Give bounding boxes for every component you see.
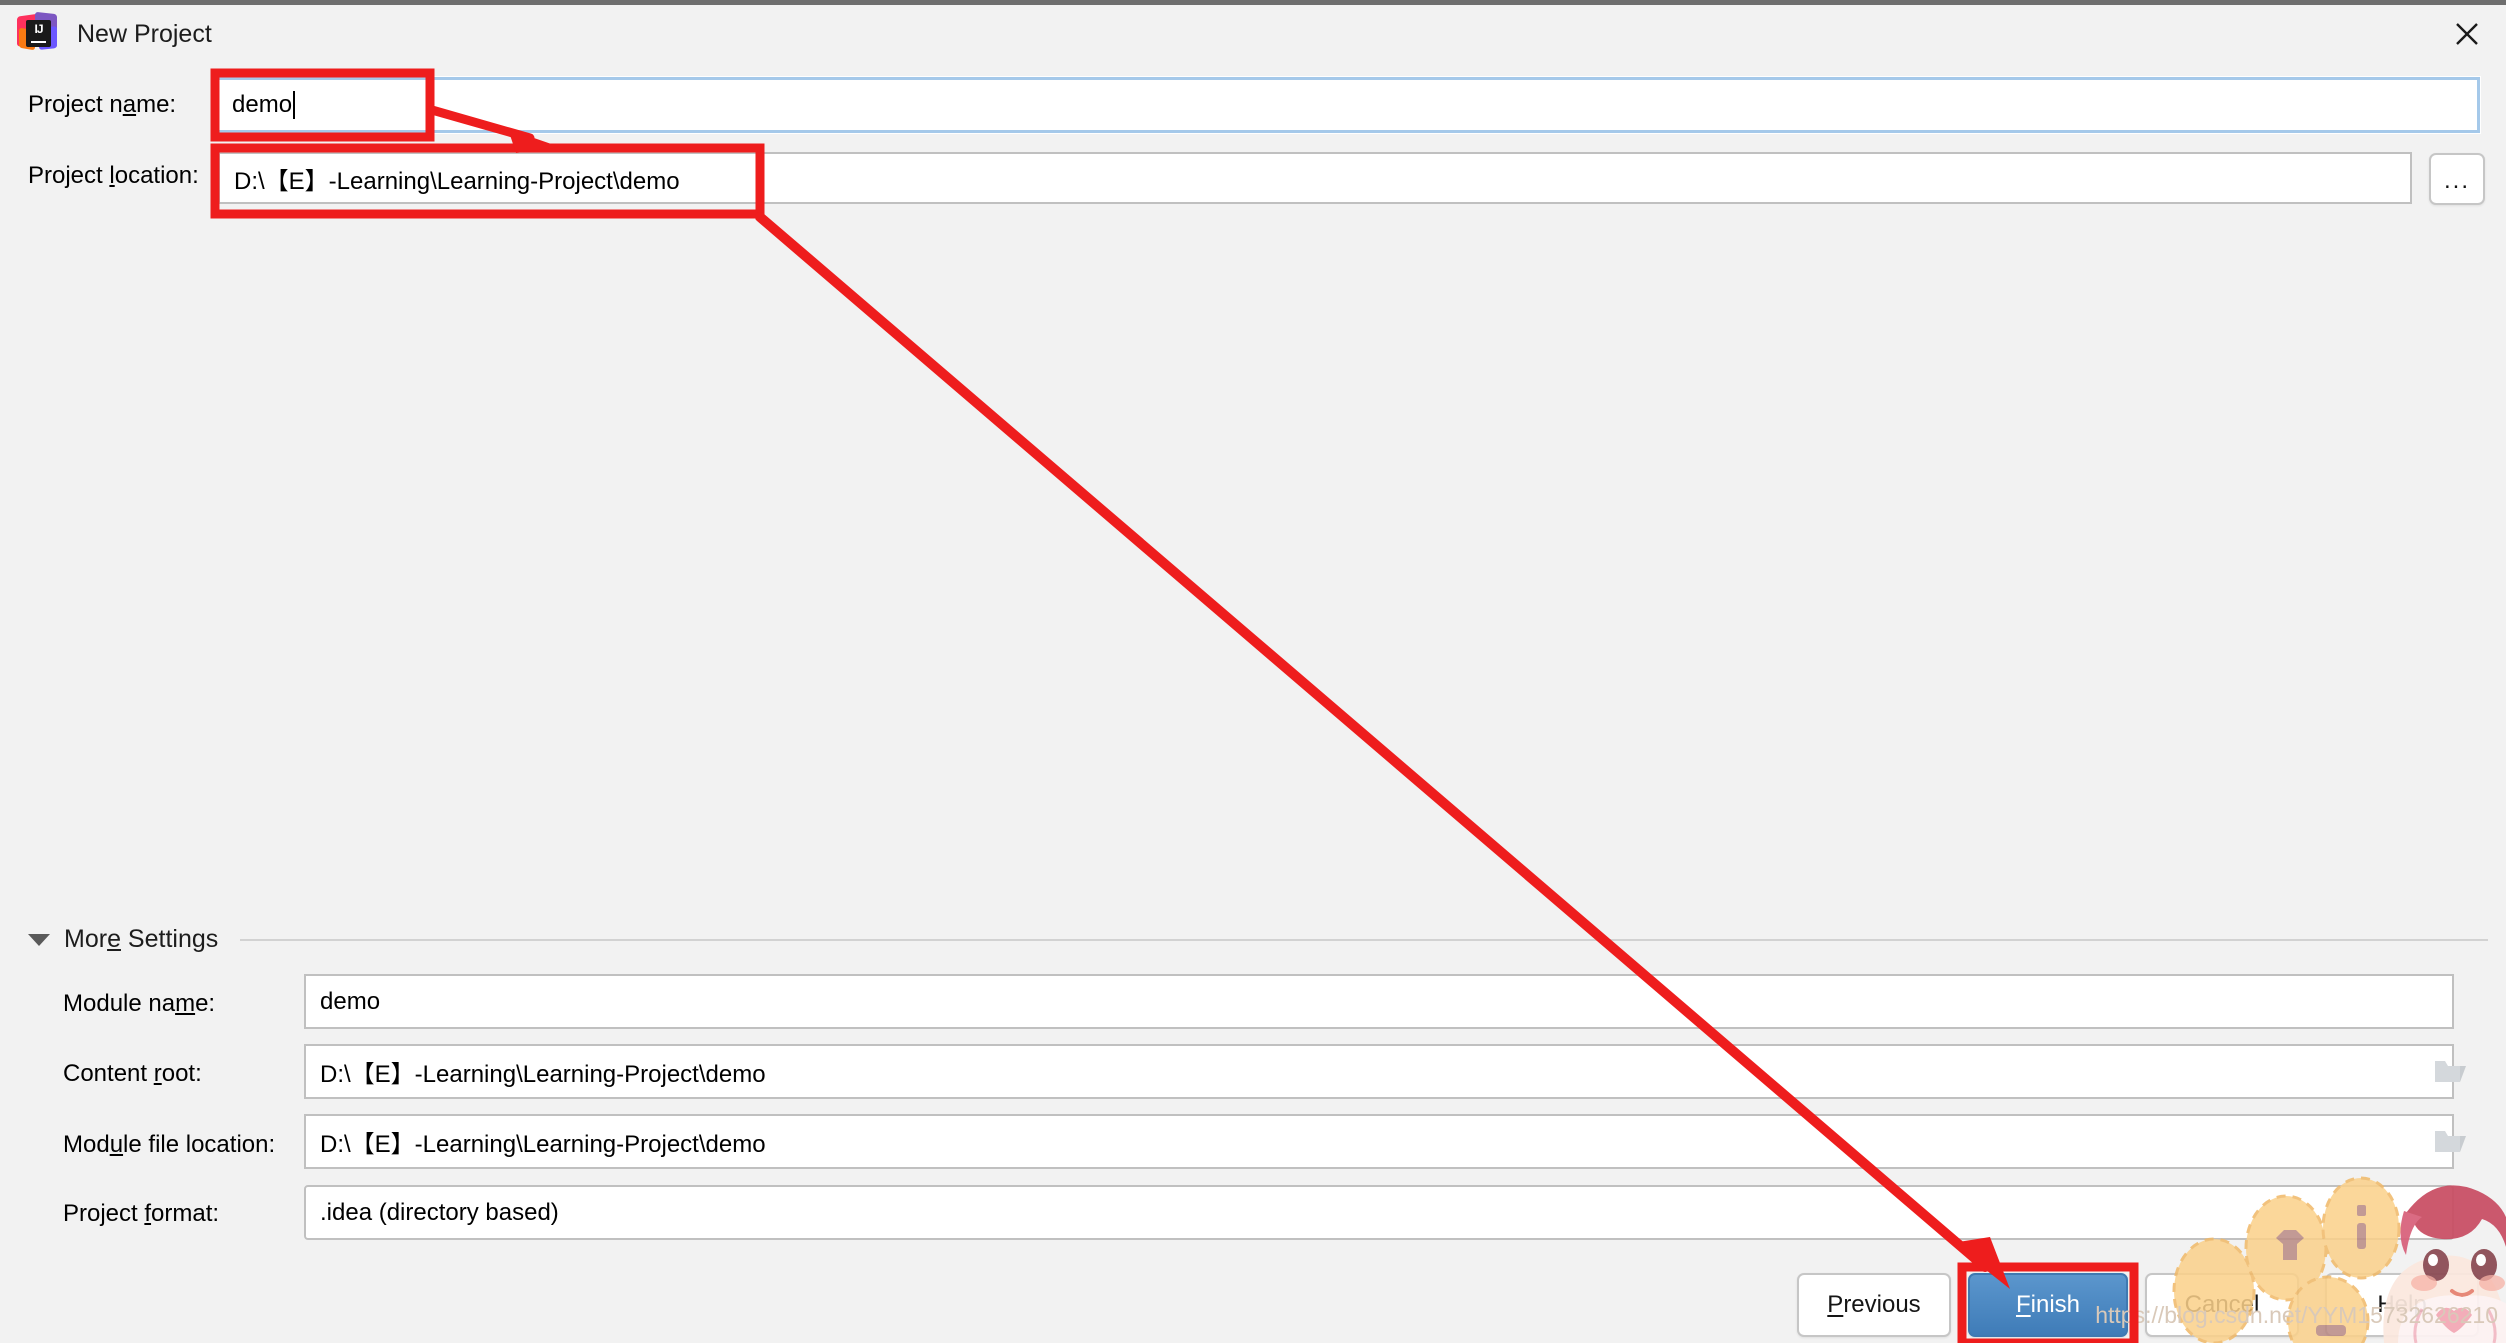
close-icon[interactable] [2428,5,2506,63]
label-mnemonic: e [107,925,121,953]
project-name-value: demo [232,91,293,118]
project-location-label: Project location: [28,162,199,190]
project-location-input[interactable]: D:\【E】-Learning\Learning-Project\demo [218,152,2412,204]
module-file-location-input[interactable]: D:\【E】-Learning\Learning-Project\demo [304,1114,2454,1169]
label-text-part: oot: [161,1060,202,1087]
label-mnemonic: u [109,1131,124,1158]
more-settings-section-header[interactable]: More Settings [28,925,2488,954]
section-divider [240,938,2488,941]
label-text-part: le file location: [123,1131,276,1158]
label-text-part: Project [63,1200,145,1227]
button-label: Help [2377,1291,2427,1318]
label-text-part: ocation: [114,162,199,189]
button-label: revious [1843,1291,1921,1318]
module-file-location-label: Module file location: [63,1131,275,1159]
label-text-part: Settings [120,925,219,953]
browse-ellipsis-button[interactable]: ... [2429,153,2485,205]
folder-icon[interactable] [2433,1128,2467,1154]
project-format-select[interactable]: .idea (directory based) [304,1185,2454,1240]
module-name-input[interactable]: demo [304,974,2454,1029]
intellij-idea-icon: IJ [17,11,59,55]
module-file-location-value: D:\【E】-Learning\Learning-Project\demo [320,1131,766,1158]
button-label: Cancel [2184,1291,2260,1318]
label-text-part: Mod [63,1131,110,1158]
folder-icon[interactable] [2433,1058,2467,1084]
content-root-value: D:\【E】-Learning\Learning-Project\demo [320,1061,766,1088]
text-caret [293,91,296,119]
label-text-part: Mor [64,925,108,953]
project-name-input[interactable]: demo [214,76,2481,134]
chevron-down-icon[interactable] [28,933,50,946]
label-text-part: Project n [28,91,123,118]
content-root-label: Content root: [63,1060,202,1088]
label-text-part: Module na [63,990,176,1017]
button-label: inish [2030,1291,2081,1318]
button-mnemonic: P [1827,1291,1844,1318]
label-text-part: me: [136,91,177,118]
label-text-part: Project [28,162,110,189]
label-mnemonic: r [153,1060,162,1087]
label-text-part: e: [195,990,216,1017]
project-format-value: .idea (directory based) [320,1198,559,1226]
previous-button[interactable]: Previous [1797,1273,1951,1337]
button-mnemonic: F [2015,1291,2031,1318]
finish-button[interactable]: Finish [1968,1273,2128,1337]
title-bar: IJ New Project [0,5,2506,63]
label-text-part: ormat: [151,1200,220,1227]
project-format-label: Project format: [63,1200,219,1228]
help-button[interactable]: Help [2325,1273,2479,1337]
content-root-input[interactable]: D:\【E】-Learning\Learning-Project\demo [304,1044,2454,1099]
cancel-button[interactable]: Cancel [2145,1273,2299,1337]
label-mnemonic: m [175,990,196,1017]
module-name-label: Module name: [63,990,215,1018]
more-settings-label: More Settings [64,925,218,954]
module-name-value: demo [320,987,381,1015]
project-name-label: Project name: [28,91,176,119]
label-text-part: Content [63,1060,154,1087]
label-mnemonic: a [122,91,137,118]
project-location-value: D:\【E】-Learning\Learning-Project\demo [234,167,680,195]
new-project-dialog: IJ New Project Project name: demo Projec… [0,0,2506,1343]
window-title: New Project [77,19,212,48]
browse-ellipsis-label: ... [2443,167,2470,194]
